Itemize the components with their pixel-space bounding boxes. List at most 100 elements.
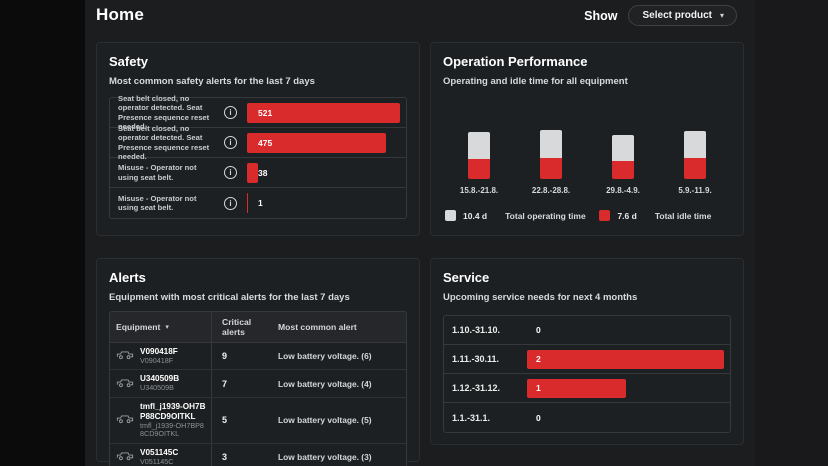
product-select-dropdown[interactable]: Select product ▾ <box>628 5 737 26</box>
service-bar-track: 2 <box>527 350 724 369</box>
service-range-label: 1.11.-30.11. <box>452 354 527 364</box>
chart-bar-week3[interactable] <box>612 135 634 179</box>
table-row[interactable]: V051145C V051145C 3 Low battery voltage.… <box>110 444 406 466</box>
most-common-alert-text: Low battery voltage. (5) <box>278 415 372 425</box>
idle-time-swatch-icon <box>599 210 610 221</box>
x-tick-label: 29.8.-4.9. <box>588 186 658 195</box>
most-common-alert-text: Low battery voltage. (4) <box>278 379 372 389</box>
x-tick-label: 5.9.-11.9. <box>660 186 730 195</box>
safety-alert-row[interactable]: Misuse - Operator not using seat belt. i… <box>110 188 406 218</box>
page-title: Home <box>96 5 144 25</box>
safety-alert-row[interactable]: Misuse - Operator not using seat belt. i… <box>110 158 406 188</box>
table-row[interactable]: tmfl_j1939-OH7BP88CD9OITKL tmfl_j1939-OH… <box>110 398 406 444</box>
safety-panel-subtitle: Most common safety alerts for the last 7… <box>97 69 419 87</box>
operating-time-segment <box>468 132 490 159</box>
equipment-column-header[interactable]: Equipment ▾ <box>110 312 212 342</box>
safety-alert-label: Misuse - Operator not using seat belt. <box>118 163 218 182</box>
chart-x-axis-labels: 15.8.-21.8. 22.8.-28.8. 29.8.-4.9. 5.9.-… <box>443 186 731 195</box>
alerts-table-header: Equipment ▾ Critical alerts Most common … <box>110 312 406 343</box>
safety-alert-label: Misuse - Operator not using seat belt. <box>118 194 218 213</box>
equipment-sub-id: U340509B <box>140 384 179 393</box>
safety-bar-value: 475 <box>258 138 272 148</box>
service-bar-track: 0 <box>527 321 724 340</box>
safety-panel-title: Safety <box>97 43 419 69</box>
x-tick-label: 15.8.-21.8. <box>444 186 514 195</box>
info-icon[interactable]: i <box>224 166 237 179</box>
service-range-label: 1.10.-31.10. <box>452 325 527 335</box>
safety-bar-value: 38 <box>258 168 267 178</box>
safety-bar-track: 1 <box>247 193 400 213</box>
critical-alert-count: 7 <box>222 379 227 389</box>
service-count: 0 <box>536 413 541 423</box>
top-right-controls: Show Select product ▾ <box>584 5 737 26</box>
service-count: 0 <box>536 325 541 335</box>
service-row[interactable]: 1.10.-31.10. 0 <box>444 316 730 345</box>
show-label: Show <box>584 9 617 23</box>
idle-time-segment <box>468 159 490 179</box>
most-common-alert-text: Low battery voltage. (3) <box>278 452 372 462</box>
alerts-panel: Alerts Equipment with most critical aler… <box>96 258 420 462</box>
operating-time-swatch-icon <box>445 210 456 221</box>
operation-stacked-bar-chart: 15.8.-21.8. 22.8.-28.8. 29.8.-4.9. 5.9.-… <box>443 127 731 221</box>
most-common-alert-column-header[interactable]: Most common alert <box>272 312 406 342</box>
legend-item-idle[interactable]: 7.6 d Total idle time <box>599 210 711 221</box>
safety-alert-list: Seat belt closed, no operator detected. … <box>109 97 407 219</box>
column-header-label: Most common alert <box>278 322 357 332</box>
operating-time-segment <box>540 130 562 158</box>
column-header-label: Equipment <box>116 322 160 332</box>
service-range-label: 1.12.-31.12. <box>452 383 527 393</box>
service-count: 1 <box>536 383 541 393</box>
service-row[interactable]: 1.12.-31.12. 1 <box>444 374 730 403</box>
legend-item-operating[interactable]: 10.4 d Total operating time <box>445 210 599 221</box>
operating-time-segment <box>684 131 706 158</box>
legend-label: Total idle time <box>655 211 712 221</box>
x-tick-label: 22.8.-28.8. <box>516 186 586 195</box>
service-range-label: 1.1.-31.1. <box>452 413 527 423</box>
operating-time-segment <box>612 135 634 161</box>
table-row[interactable]: U340509B U340509B 7 Low battery voltage.… <box>110 370 406 397</box>
safety-bar-value: 1 <box>258 198 263 208</box>
equipment-icon <box>116 347 134 365</box>
alerts-panel-subtitle: Equipment with most critical alerts for … <box>97 285 419 303</box>
idle-time-segment <box>684 158 706 179</box>
table-row[interactable]: V090418F V090418F 9 Low battery voltage.… <box>110 343 406 370</box>
right-margin <box>755 0 828 466</box>
operation-performance-panel: Operation Performance Operating and idle… <box>430 42 744 236</box>
most-common-alert-text: Low battery voltage. (6) <box>278 351 372 361</box>
service-panel: Service Upcoming service needs for next … <box>430 258 744 445</box>
dashboard-app: Home Show Select product ▾ Safety Most c… <box>0 0 828 466</box>
legend-value: 10.4 d <box>463 211 487 221</box>
info-icon[interactable]: i <box>224 197 237 210</box>
service-row[interactable]: 1.11.-30.11. 2 <box>444 345 730 374</box>
service-bar <box>527 379 626 398</box>
chart-legend: 10.4 d Total operating time 7.6 d Total … <box>443 210 731 221</box>
idle-time-segment <box>612 161 634 179</box>
info-icon[interactable]: i <box>224 106 237 119</box>
safety-alert-label: Seat belt closed, no operator detected. … <box>118 124 218 162</box>
safety-alert-row[interactable]: Seat belt closed, no operator detected. … <box>110 128 406 158</box>
equipment-id: tmfl_j1939-OH7BP88CD9OITKL <box>140 402 207 422</box>
service-count: 2 <box>536 354 541 364</box>
operation-panel-title: Operation Performance <box>431 43 743 69</box>
equipment-icon <box>116 448 134 466</box>
safety-bar <box>247 193 248 213</box>
service-bar <box>527 350 724 369</box>
service-bar-track: 1 <box>527 379 724 398</box>
critical-alert-count: 3 <box>222 452 227 462</box>
info-icon[interactable]: i <box>224 136 237 149</box>
service-bar-track: 0 <box>527 408 724 427</box>
service-row[interactable]: 1.1.-31.1. 0 <box>444 403 730 432</box>
safety-bar-track: 475 <box>247 133 400 153</box>
column-header-label: Critical alerts <box>222 317 268 337</box>
service-panel-subtitle: Upcoming service needs for next 4 months <box>431 285 743 303</box>
top-bar: Home Show Select product ▾ <box>85 0 755 34</box>
chart-bar-week2[interactable] <box>540 130 562 179</box>
chart-bar-week4[interactable] <box>684 131 706 179</box>
critical-alert-count: 9 <box>222 351 227 361</box>
service-list: 1.10.-31.10. 0 1.11.-30.11. 2 1.12.-31.1… <box>443 315 731 433</box>
equipment-icon <box>116 411 134 429</box>
chart-bar-week1[interactable] <box>468 132 490 179</box>
critical-alerts-column-header[interactable]: Critical alerts <box>212 312 272 342</box>
dashboard-content: Home Show Select product ▾ Safety Most c… <box>85 0 755 466</box>
product-select-value: Select product <box>643 10 712 21</box>
